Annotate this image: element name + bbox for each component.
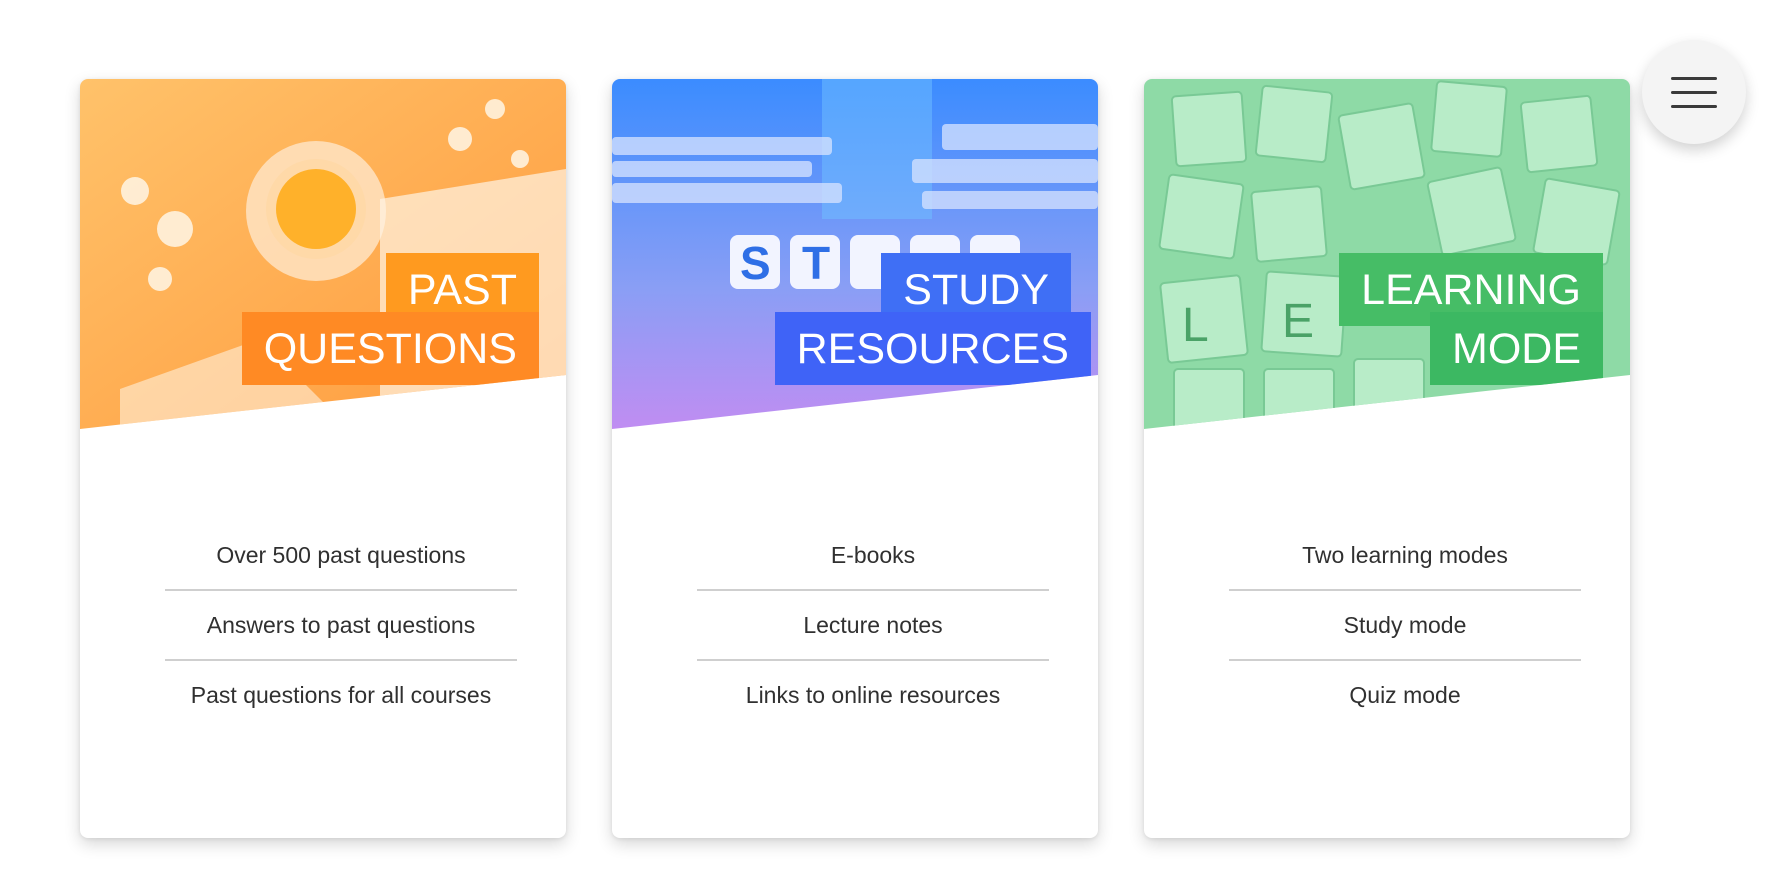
card-study-resources[interactable]: S T STUDY RESOURCES E-books Lecture note… xyxy=(612,79,1098,838)
card-learning-mode[interactable]: L E LEARNING MODE Two learning modes Stu… xyxy=(1144,79,1630,838)
card-title: PAST QUESTIONS xyxy=(241,253,539,385)
feature-item: Answers to past questions xyxy=(165,589,517,659)
feature-item: Past questions for all courses xyxy=(165,659,517,729)
feature-list: E-books Lecture notes Links to online re… xyxy=(697,521,1049,729)
feature-list: Over 500 past questions Answers to past … xyxy=(165,521,517,729)
card-header: PAST QUESTIONS xyxy=(80,79,566,429)
feature-item: Two learning modes xyxy=(1302,542,1508,568)
card-header: S T STUDY RESOURCES xyxy=(612,79,1098,429)
svg-text:S: S xyxy=(740,237,771,289)
svg-text:E: E xyxy=(1282,295,1314,348)
card-past-questions[interactable]: PAST QUESTIONS Over 500 past questions A… xyxy=(80,79,566,838)
feature-item: Lecture notes xyxy=(697,589,1049,659)
card-title: STUDY RESOURCES xyxy=(774,253,1091,385)
title-line-2: RESOURCES xyxy=(774,312,1091,385)
title-line-2: MODE xyxy=(1430,312,1603,385)
feature-item: E-books xyxy=(830,542,916,568)
feature-item: Quiz mode xyxy=(1229,659,1581,729)
svg-text:L: L xyxy=(1182,299,1209,352)
feature-cards: PAST QUESTIONS Over 500 past questions A… xyxy=(80,79,1630,838)
feature-list: Two learning modes Study mode Quiz mode xyxy=(1229,521,1581,729)
feature-item: Over 500 past questions xyxy=(216,542,466,568)
hamburger-menu-icon xyxy=(1642,40,1746,144)
menu-button[interactable] xyxy=(1642,40,1746,144)
feature-item: Study mode xyxy=(1229,589,1581,659)
card-title: LEARNING MODE xyxy=(1339,253,1603,385)
title-line-2: QUESTIONS xyxy=(241,312,539,385)
card-header: L E LEARNING MODE xyxy=(1144,79,1630,429)
feature-item: Links to online resources xyxy=(697,659,1049,729)
